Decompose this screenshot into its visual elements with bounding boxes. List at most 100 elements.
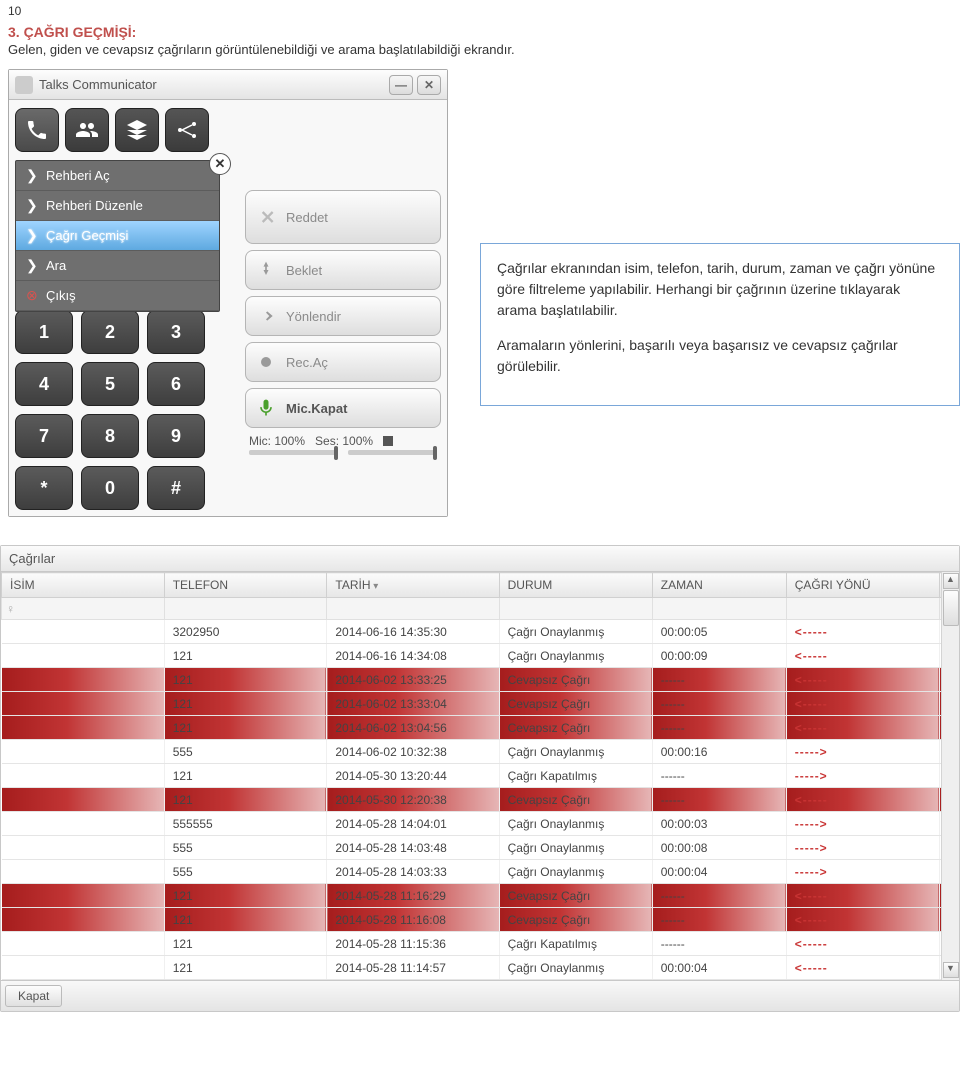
col-date[interactable]: TARİH: [327, 573, 499, 598]
table-row[interactable]: 5552014-05-28 14:03:48Çağrı Onaylanmış00…: [2, 836, 959, 860]
table-row[interactable]: 5552014-06-02 10:32:38Çağrı Onaylanmış00…: [2, 740, 959, 764]
filter-name[interactable]: ♀: [2, 598, 165, 620]
reject-button[interactable]: Reddet: [245, 190, 441, 244]
key-1[interactable]: 1: [15, 310, 73, 354]
filter-direction[interactable]: [786, 598, 939, 620]
cell-date: 2014-05-28 11:14:57: [327, 956, 499, 980]
key-2[interactable]: 2: [81, 310, 139, 354]
cell-name: [2, 884, 165, 908]
menu-close-button[interactable]: ✕: [209, 153, 231, 175]
cell-direction: <-----: [786, 956, 939, 980]
mic-level-label: Mic: 100%: [249, 434, 305, 448]
cell-date: 2014-05-28 14:03:33: [327, 860, 499, 884]
chevron-right-icon: ❯: [26, 167, 38, 184]
cell-direction: ----->: [786, 860, 939, 884]
key-7[interactable]: 7: [15, 414, 73, 458]
cell-phone: 121: [164, 788, 327, 812]
key-3[interactable]: 3: [147, 310, 205, 354]
table-row[interactable]: 1212014-06-02 13:33:25Cevapsız Çağrı----…: [2, 668, 959, 692]
cell-name: [2, 764, 165, 788]
close-panel-button[interactable]: Kapat: [5, 985, 62, 1007]
key-4[interactable]: 4: [15, 362, 73, 406]
menu-item-1[interactable]: ❯Rehberi Düzenle: [16, 191, 219, 221]
col-direction[interactable]: ÇAĞRI YÖNÜ: [786, 573, 939, 598]
chevron-right-icon: ❯: [26, 227, 38, 244]
cell-time: 00:00:09: [652, 644, 786, 668]
minimize-button[interactable]: —: [389, 75, 413, 95]
scroll-thumb[interactable]: [943, 590, 959, 626]
cell-time: ------: [652, 884, 786, 908]
table-row[interactable]: 1212014-05-28 11:15:36Çağrı Kapatılmış--…: [2, 932, 959, 956]
main-nav: [15, 106, 441, 160]
filter-status[interactable]: [499, 598, 652, 620]
key-*[interactable]: *: [15, 466, 73, 510]
table-row[interactable]: 1212014-05-28 11:14:57Çağrı Onaylanmış00…: [2, 956, 959, 980]
table-row[interactable]: 1212014-06-16 14:34:08Çağrı Onaylanmış00…: [2, 644, 959, 668]
key-#[interactable]: #: [147, 466, 205, 510]
key-5[interactable]: 5: [81, 362, 139, 406]
direction-arrow: <-----: [795, 913, 828, 927]
scroll-down-button[interactable]: ▼: [943, 962, 959, 978]
filter-icon: ♀: [6, 602, 15, 616]
col-status[interactable]: DURUM: [499, 573, 652, 598]
titlebar: Talks Communicator — ✕: [9, 70, 447, 100]
col-phone[interactable]: TELEFON: [164, 573, 327, 598]
filter-phone[interactable]: [164, 598, 327, 620]
mic-slider[interactable]: [249, 450, 338, 455]
cell-name: [2, 836, 165, 860]
menu-item-2[interactable]: ❯Çağrı Geçmişi: [16, 221, 219, 251]
scroll-up-button[interactable]: ▲: [943, 573, 959, 589]
menu-item-0[interactable]: ❯Rehberi Aç: [16, 161, 219, 191]
direction-arrow: <-----: [795, 673, 828, 687]
table-header-row: İSİM TELEFON TARİH DURUM ZAMAN ÇAĞRI YÖN…: [2, 573, 959, 598]
table-row[interactable]: 1212014-06-02 13:04:56Cevapsız Çağrı----…: [2, 716, 959, 740]
vol-level-label: Ses: 100%: [315, 434, 373, 448]
key-6[interactable]: 6: [147, 362, 205, 406]
close-button[interactable]: ✕: [417, 75, 441, 95]
menu-item-4[interactable]: ⊗Çıkış: [16, 281, 219, 311]
cell-phone: 121: [164, 932, 327, 956]
direction-arrow: ----->: [795, 865, 828, 879]
record-button[interactable]: Rec.Aç: [245, 342, 441, 382]
cell-status: Cevapsız Çağrı: [499, 668, 652, 692]
table-row[interactable]: 5552014-05-28 14:03:33Çağrı Onaylanmış00…: [2, 860, 959, 884]
nav-layers[interactable]: [115, 108, 159, 152]
cell-date: 2014-05-30 13:20:44: [327, 764, 499, 788]
nav-contacts[interactable]: [65, 108, 109, 152]
nav-phone[interactable]: [15, 108, 59, 152]
table-row[interactable]: 1212014-05-30 13:20:44Çağrı Kapatılmış--…: [2, 764, 959, 788]
filter-date[interactable]: [327, 598, 499, 620]
key-0[interactable]: 0: [81, 466, 139, 510]
filter-time[interactable]: [652, 598, 786, 620]
hold-button[interactable]: Beklet: [245, 250, 441, 290]
nav-network[interactable]: [165, 108, 209, 152]
col-time[interactable]: ZAMAN: [652, 573, 786, 598]
key-9[interactable]: 9: [147, 414, 205, 458]
table-row[interactable]: 1212014-05-30 12:20:38Cevapsız Çağrı----…: [2, 788, 959, 812]
cell-status: Çağrı Onaylanmış: [499, 812, 652, 836]
cell-status: Çağrı Onaylanmış: [499, 644, 652, 668]
vol-slider[interactable]: [348, 450, 437, 455]
cell-status: Çağrı Onaylanmış: [499, 620, 652, 644]
key-8[interactable]: 8: [81, 414, 139, 458]
transfer-button[interactable]: Yönlendir: [245, 296, 441, 336]
mic-mute-button[interactable]: Mic.Kapat: [245, 388, 441, 428]
cell-direction: ----->: [786, 836, 939, 860]
table-row[interactable]: 1212014-05-28 11:16:08Cevapsız Çağrı----…: [2, 908, 959, 932]
cell-phone: 555: [164, 860, 327, 884]
menu-item-3[interactable]: ❯Ara: [16, 251, 219, 281]
col-name[interactable]: İSİM: [2, 573, 165, 598]
cell-phone: 121: [164, 716, 327, 740]
table-row[interactable]: 1212014-05-28 11:16:29Cevapsız Çağrı----…: [2, 884, 959, 908]
table-row[interactable]: 1212014-06-02 13:33:04Cevapsız Çağrı----…: [2, 692, 959, 716]
menu-item-label: Rehberi Düzenle: [46, 198, 143, 213]
cell-status: Çağrı Kapatılmış: [499, 932, 652, 956]
table-row[interactable]: 32029502014-06-16 14:35:30Çağrı Onaylanm…: [2, 620, 959, 644]
table-scrollbar[interactable]: ▲ ▼: [941, 572, 959, 980]
cell-direction: ----->: [786, 812, 939, 836]
cell-name: [2, 740, 165, 764]
section-title: 3. ÇAĞRI GEÇMİŞİ:: [0, 22, 960, 42]
table-row[interactable]: 5555552014-05-28 14:04:01Çağrı Onaylanmı…: [2, 812, 959, 836]
cell-phone: 121: [164, 644, 327, 668]
cell-direction: ----->: [786, 764, 939, 788]
